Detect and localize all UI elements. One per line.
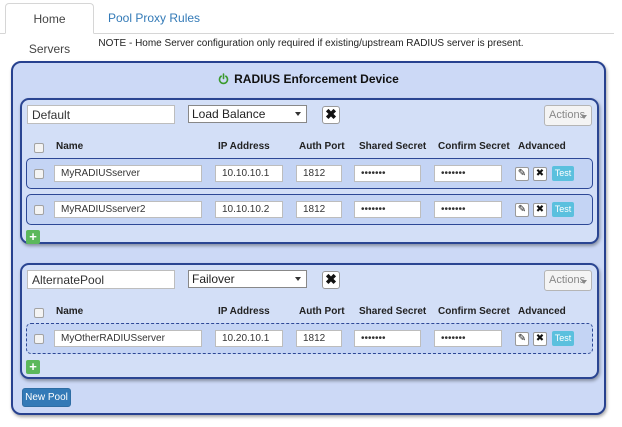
ip-address-field[interactable]: 10.10.10.1 [215,165,283,182]
confirm-secret-field[interactable]: ••••••• [434,201,502,218]
caret-down-icon [295,112,301,116]
note-text: NOTE - Home Server configuration only re… [98,38,524,49]
pencil-icon: ✎ [517,168,527,179]
close-icon: ✖ [535,333,545,344]
pencil-icon: ✎ [517,204,527,215]
actions-dropdown[interactable]: Actions [544,105,592,126]
tab-bar: Home Servers Pool Proxy Rules [0,0,622,56]
col-header-ip: IP Address [218,141,270,152]
shared-secret-field[interactable]: ••••••• [354,201,421,218]
row-checkbox[interactable] [34,334,44,344]
server-row: MyRADIUSserver2 10.10.10.2 1812 ••••••• … [26,194,593,225]
select-all-checkbox[interactable] [34,143,44,153]
col-header-port: Auth Port [299,141,345,152]
col-header-secret: Shared Secret [359,306,427,317]
close-icon: ✖ [325,106,337,122]
test-button[interactable]: Test [552,331,574,346]
confirm-secret-field[interactable]: ••••••• [434,330,502,347]
device-title-label: RADIUS Enforcement Device [234,72,399,86]
pool-default: Load Balance ✖ Actions Name IP Address A… [20,98,599,244]
plus-icon: + [29,359,37,374]
actions-label: Actions [549,274,586,286]
pencil-icon: ✎ [517,333,527,344]
power-icon [218,73,229,85]
auth-port-field[interactable]: 1812 [296,330,342,347]
radius-enforcement-device: RADIUS Enforcement Device Load Balance ✖… [11,61,606,415]
edit-button[interactable]: ✎ [515,332,529,346]
pool-name-input[interactable] [27,270,175,289]
tab-home-servers[interactable]: Home Servers [5,3,94,56]
select-all-checkbox[interactable] [34,308,44,318]
test-button[interactable]: Test [552,202,574,217]
col-header-confirm: Confirm Secret [438,141,510,152]
row-checkbox[interactable] [34,169,44,179]
col-header-ip: IP Address [218,306,270,317]
pool-name-input[interactable] [27,105,175,124]
delete-server-button[interactable]: ✖ [533,203,547,217]
server-row: MyRADIUSserver 10.10.10.1 1812 ••••••• •… [26,158,593,189]
add-server-button[interactable]: + [26,230,40,244]
add-server-button[interactable]: + [26,360,40,374]
edit-button[interactable]: ✎ [515,167,529,181]
plus-icon: + [29,229,37,244]
actions-dropdown[interactable]: Actions [544,270,592,291]
close-icon: ✖ [325,271,337,287]
close-icon: ✖ [535,168,545,179]
tab-pool-proxy-rules[interactable]: Pool Proxy Rules [98,3,210,34]
col-header-confirm: Confirm Secret [438,306,510,317]
col-header-secret: Shared Secret [359,141,427,152]
col-header-name: Name [56,141,84,152]
delete-pool-button[interactable]: ✖ [322,271,340,289]
ip-address-field[interactable]: 10.10.10.2 [215,201,283,218]
pool-type-select[interactable]: Load Balance [188,105,307,123]
test-button[interactable]: Test [552,166,574,181]
ip-address-field[interactable]: 10.20.10.1 [215,330,283,347]
caret-down-icon [295,277,301,281]
pool-type-value: Load Balance [192,107,266,121]
confirm-secret-field[interactable]: ••••••• [434,165,502,182]
caret-down-icon [581,115,587,119]
pool-type-value: Failover [192,272,235,286]
auth-port-field[interactable]: 1812 [296,201,342,218]
caret-down-icon [581,280,587,284]
device-title: RADIUS Enforcement Device [13,72,604,86]
pool-type-select[interactable]: Failover [188,270,307,288]
server-row: MyOtherRADIUSserver 10.20.10.1 1812 ••••… [26,323,593,354]
actions-label: Actions [549,109,586,121]
server-name-field[interactable]: MyRADIUSserver [54,165,202,182]
row-checkbox[interactable] [34,205,44,215]
shared-secret-field[interactable]: ••••••• [354,330,421,347]
col-header-port: Auth Port [299,306,345,317]
delete-server-button[interactable]: ✖ [533,167,547,181]
auth-port-field[interactable]: 1812 [296,165,342,182]
col-header-advanced: Advanced [518,306,566,317]
server-name-field[interactable]: MyRADIUSserver2 [54,201,202,218]
delete-pool-button[interactable]: ✖ [322,106,340,124]
pool-alternatepool: Failover ✖ Actions Name IP Address Auth … [20,263,599,379]
delete-server-button[interactable]: ✖ [533,332,547,346]
shared-secret-field[interactable]: ••••••• [354,165,421,182]
close-icon: ✖ [535,204,545,215]
col-header-name: Name [56,306,84,317]
server-name-field[interactable]: MyOtherRADIUSserver [54,330,202,347]
col-header-advanced: Advanced [518,141,566,152]
new-pool-button[interactable]: New Pool [22,388,71,407]
edit-button[interactable]: ✎ [515,203,529,217]
